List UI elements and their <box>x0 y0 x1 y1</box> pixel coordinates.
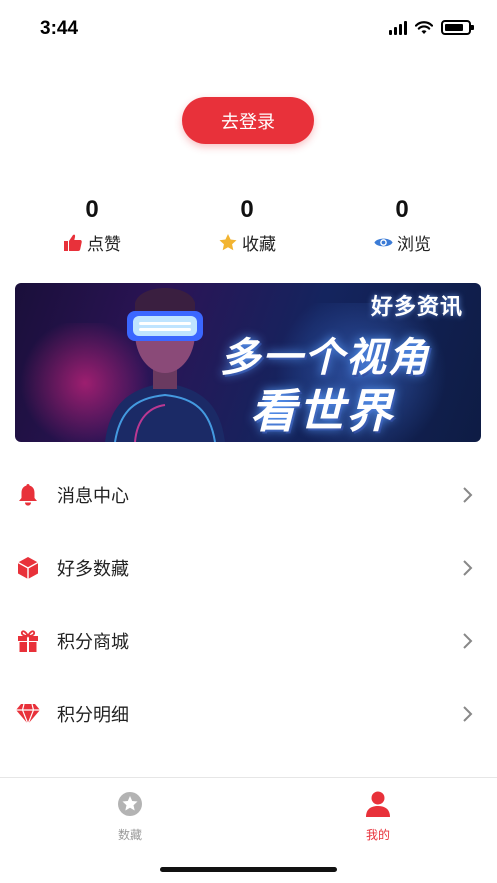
menu-label-messages: 消息中心 <box>57 485 129 507</box>
status-icons <box>389 20 474 35</box>
gift-icon <box>16 629 40 653</box>
status-time: 3:44 <box>40 18 79 39</box>
tab-label-mine: 我的 <box>365 828 390 842</box>
favorites-stat[interactable]: 0 收藏 <box>187 194 307 255</box>
bell-icon <box>16 483 40 507</box>
menu-item-messages[interactable]: 消息中心 <box>0 458 497 531</box>
eye-icon <box>373 233 393 253</box>
menu-label-points-mall: 积分商城 <box>57 631 129 653</box>
status-bar: 3:44 <box>0 0 497 58</box>
battery-icon <box>441 20 474 35</box>
promo-banner[interactable]: 好多资讯 多一个视角 看世界 <box>15 283 481 442</box>
wifi-icon <box>415 20 433 34</box>
chevron-right-icon <box>463 486 473 503</box>
tab-label-collection: 数藏 <box>117 828 142 842</box>
likes-label: 点赞 <box>87 235 121 255</box>
chevron-right-icon <box>463 632 473 649</box>
thumbs-up-icon <box>63 233 83 253</box>
person-icon <box>364 790 392 818</box>
banner-slogan-line2: 看世界 <box>250 384 394 438</box>
menu-item-points-mall[interactable]: 积分商城 <box>0 604 497 677</box>
chevron-right-icon <box>463 559 473 576</box>
menu-label-points-detail: 积分明细 <box>57 704 129 726</box>
views-label: 浏览 <box>397 235 431 255</box>
views-count: 0 <box>395 196 409 223</box>
likes-count: 0 <box>85 196 99 223</box>
diamond-icon <box>16 702 40 726</box>
likes-stat[interactable]: 0 点赞 <box>32 194 152 255</box>
menu-list: 消息中心 好多数藏 积分商城 积分明细 <box>0 458 497 750</box>
signal-icon <box>389 20 407 35</box>
menu-item-points-detail[interactable]: 积分明细 <box>0 677 497 750</box>
battery-level <box>445 24 463 31</box>
chevron-right-icon <box>463 705 473 722</box>
user-stats: 0 点赞 0 收藏 0 浏览 <box>0 194 497 258</box>
tab-mine[interactable]: 我的 <box>328 790 428 843</box>
star-icon <box>218 233 238 253</box>
banner-brand: 好多资讯 <box>370 295 463 320</box>
menu-item-collections[interactable]: 好多数藏 <box>0 531 497 604</box>
favorites-label: 收藏 <box>242 235 276 255</box>
tab-bar: 数藏 我的 <box>0 777 497 857</box>
favorites-count: 0 <box>240 196 254 223</box>
tab-collection[interactable]: 数藏 <box>80 790 180 843</box>
menu-label-collections: 好多数藏 <box>57 558 129 580</box>
star-circle-icon <box>116 790 144 818</box>
home-indicator <box>160 867 337 872</box>
login-button[interactable]: 去登录 <box>182 97 314 144</box>
cube-icon <box>16 556 40 580</box>
views-stat[interactable]: 0 浏览 <box>342 194 462 255</box>
